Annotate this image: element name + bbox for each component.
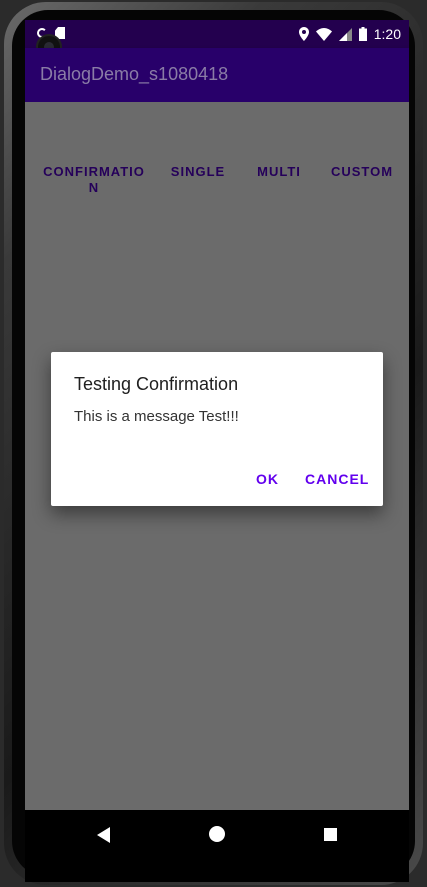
device-screen: 1:20 DialogDemo_s1080418 CONFIRMATIO N S…: [25, 20, 409, 882]
app-bar: DialogDemo_s1080418: [25, 48, 409, 102]
recents-icon[interactable]: [324, 828, 337, 841]
confirmation-dialog: Testing Confirmation This is a message T…: [51, 352, 383, 506]
confirmation-button[interactable]: CONFIRMATIO N: [41, 164, 147, 196]
status-bar: 1:20: [25, 20, 409, 48]
navigation-bar: [25, 810, 409, 882]
home-icon[interactable]: [209, 826, 225, 842]
single-button[interactable]: SINGLE: [165, 164, 231, 180]
location-icon: [298, 27, 309, 41]
signal-icon: [338, 27, 352, 41]
cancel-button[interactable]: CANCEL: [305, 471, 369, 487]
back-icon[interactable]: [97, 827, 110, 843]
status-time: 1:20: [373, 26, 401, 42]
main-content: CONFIRMATIO N SINGLE MULTI CUSTOM Testin…: [25, 102, 409, 810]
dialog-title: Testing Confirmation: [74, 374, 239, 394]
status-right-icons: 1:20: [298, 26, 401, 42]
custom-button[interactable]: CUSTOM: [327, 164, 397, 180]
multi-button[interactable]: MULTI: [251, 164, 307, 180]
ok-button[interactable]: OK: [256, 471, 279, 487]
battery-icon: [358, 27, 367, 41]
dialog-message: This is a message Test!!!: [74, 408, 239, 425]
app-title: DialogDemo_s1080418: [40, 64, 229, 84]
wifi-icon: [315, 27, 332, 41]
